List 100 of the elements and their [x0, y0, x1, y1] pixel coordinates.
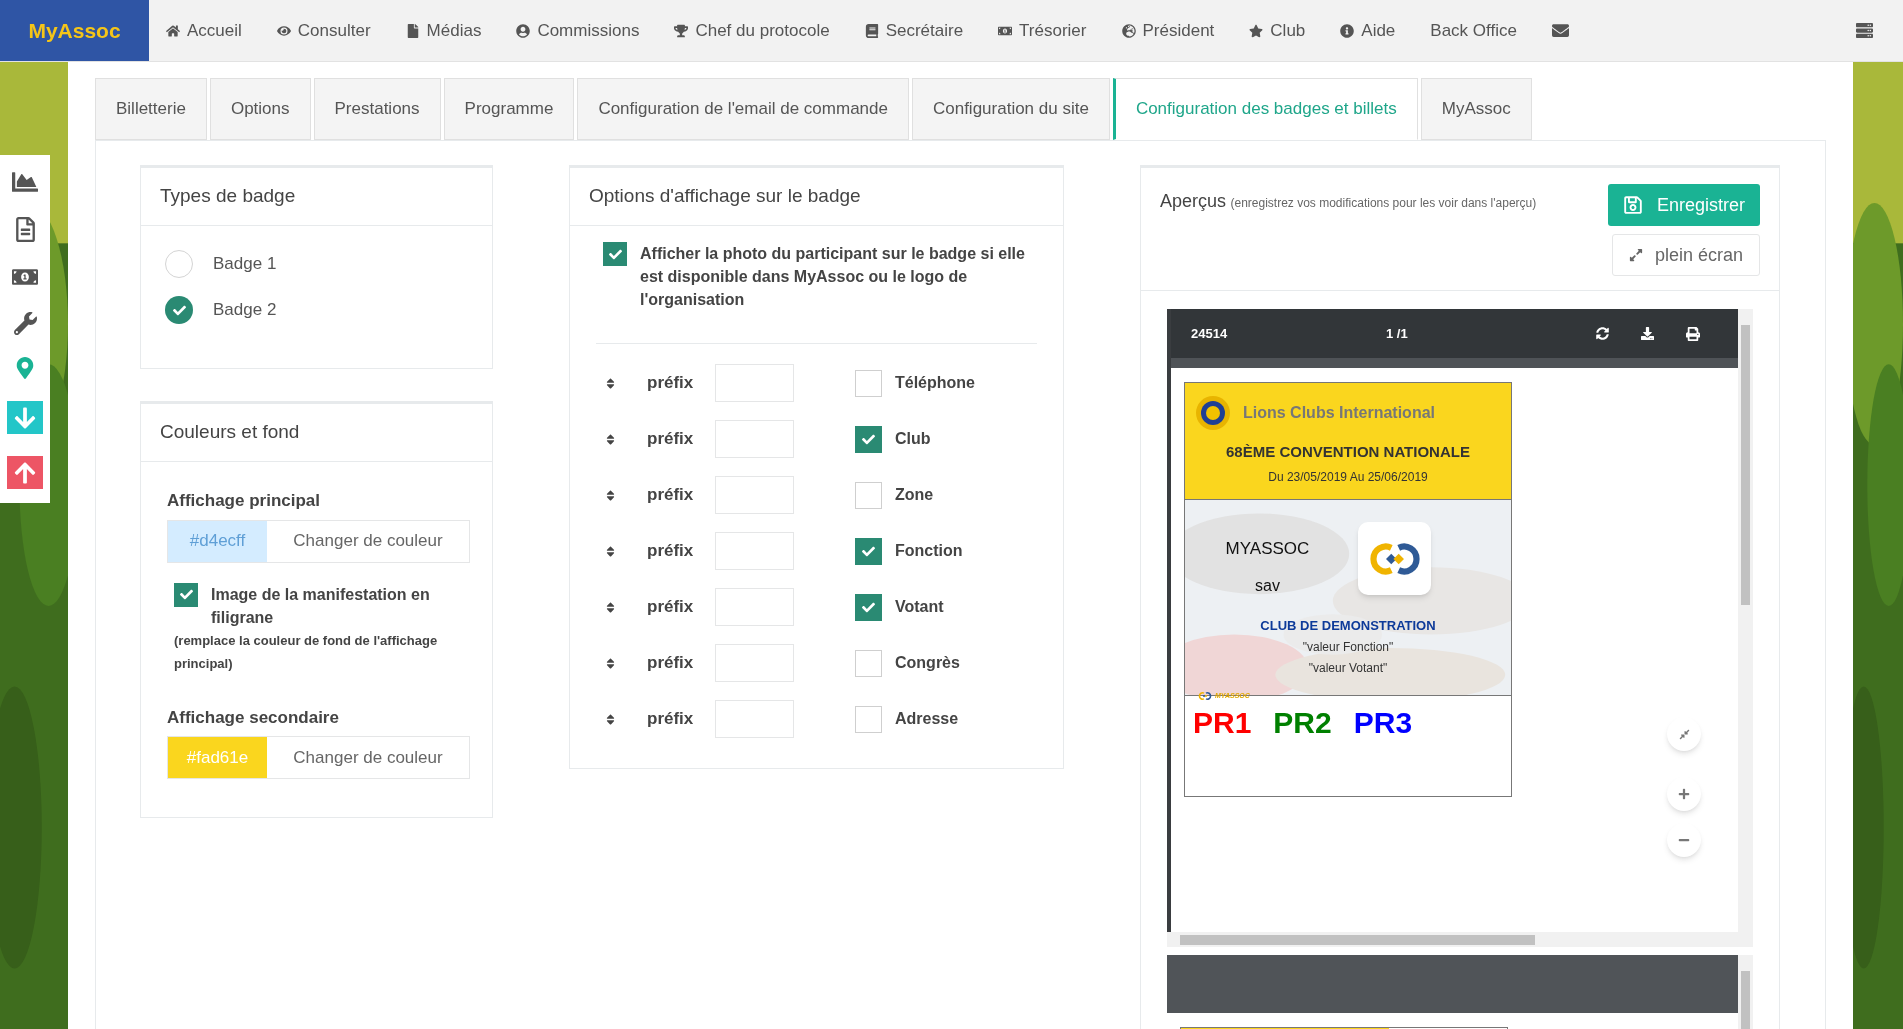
check-icon — [179, 588, 193, 601]
sort-handle-icon[interactable] — [604, 376, 617, 390]
checkbox[interactable] — [855, 425, 882, 453]
save-icon — [1623, 195, 1643, 215]
change-color-button[interactable]: Changer de couleur — [267, 737, 469, 778]
card-title: Couleurs et fond — [160, 420, 300, 445]
compress-icon — [1678, 728, 1690, 740]
sort-handle-icon[interactable] — [604, 712, 617, 726]
eye-icon — [276, 23, 291, 38]
color-swatch: #fad61e — [168, 737, 267, 778]
zoom-in-button[interactable] — [1667, 777, 1701, 811]
sort-handle-icon[interactable] — [604, 432, 617, 446]
checkbox-label: Fonction — [895, 541, 963, 561]
help-text: (enregistrez vos modifications pour les voir dans l'aperçu) — [1230, 196, 1537, 210]
prefix-input[interactable] — [715, 420, 794, 458]
checkbox-label: Votant — [895, 597, 944, 617]
tab[interactable]: Programme — [443, 78, 575, 140]
check-icon — [172, 303, 186, 317]
nav-link[interactable]: Président — [1121, 17, 1215, 44]
nav-link[interactable]: Secrétaire — [864, 17, 964, 44]
access-code: PR1 — [1193, 705, 1252, 740]
rotate-icon[interactable] — [1596, 327, 1609, 340]
plus-icon — [1678, 788, 1690, 800]
radio-button[interactable] — [165, 250, 193, 278]
book-icon — [864, 23, 879, 38]
check-icon — [862, 600, 875, 614]
brand-logo[interactable]: MyAssoc — [0, 0, 149, 61]
field-label: préfix — [647, 540, 695, 563]
event-title: 68ÈME CONVENTION NATIONALE — [1226, 442, 1470, 462]
checkbox-label: Adresse — [895, 709, 959, 729]
prefix-input[interactable] — [715, 700, 794, 738]
tab[interactable]: Options — [209, 78, 311, 140]
field-value: "valeur Votant" — [1308, 660, 1388, 677]
envelope-icon[interactable] — [1551, 22, 1569, 39]
map-pin-icon[interactable] — [14, 357, 36, 379]
nav-link[interactable]: Consulter — [276, 17, 371, 44]
star-icon — [1249, 23, 1264, 38]
lion-emblem-icon — [1195, 395, 1231, 431]
help-text: (remplace la couleur de fond de l'affichage principal) — [173, 631, 439, 673]
checkbox-label: Club — [895, 429, 931, 449]
participant-first-name: sav — [1255, 575, 1280, 596]
download-icon[interactable] — [1641, 327, 1654, 340]
access-code: PR3 — [1353, 705, 1413, 740]
field-label: préfix — [647, 708, 695, 731]
card-title: Types de badge — [160, 184, 296, 209]
field-label: préfix — [647, 652, 695, 675]
checkbox[interactable] — [174, 582, 198, 607]
print-icon[interactable] — [1686, 326, 1700, 341]
globe-icon — [1121, 23, 1136, 38]
checkbox-label: Zone — [895, 485, 934, 505]
check-icon — [608, 247, 622, 261]
nav-link[interactable]: Back Office — [1430, 17, 1517, 44]
vertical-scrollbar[interactable] — [1738, 309, 1753, 932]
checkbox-label: Afficher la photo du participant sur le badge si elle est disponible dans MyAssoc ou le logo de l'organisation — [640, 244, 1026, 310]
radio-option[interactable]: Badge 1 — [165, 250, 468, 278]
sort-handle-icon[interactable] — [604, 600, 617, 614]
checkbox-label: Image de la manifestation en filigrane — [211, 584, 431, 628]
tab[interactable]: Billetterie — [95, 78, 207, 140]
checkbox-label: Congrès — [895, 653, 960, 673]
sort-handle-icon[interactable] — [604, 488, 617, 502]
rings-logo — [1197, 691, 1213, 702]
tab[interactable]: Configuration de l'email de commande — [577, 78, 909, 140]
club-name: CLUB DE DEMONSTRATION — [1260, 616, 1436, 635]
info-icon — [1340, 23, 1355, 38]
sort-handle-icon[interactable] — [604, 544, 617, 558]
prefix-input[interactable] — [715, 644, 794, 682]
prefix-input[interactable] — [715, 532, 794, 570]
field-label: préfix — [647, 428, 695, 451]
participant-name: MYASSOC — [1225, 538, 1310, 560]
wrench-icon[interactable] — [13, 312, 37, 335]
prefix-input[interactable] — [715, 364, 794, 402]
checkbox[interactable] — [855, 537, 882, 565]
radio-option[interactable]: Badge 2 — [165, 296, 468, 324]
nav-link[interactable]: Commissions — [516, 17, 640, 44]
checkbox[interactable] — [855, 593, 882, 621]
prefix-input[interactable] — [715, 588, 794, 626]
nav-link[interactable]: Trésorier — [998, 17, 1087, 44]
checkbox[interactable] — [603, 242, 627, 266]
radio-button[interactable] — [165, 296, 193, 324]
horizontal-scrollbar[interactable] — [1167, 932, 1753, 947]
nav-link[interactable]: Aide — [1340, 17, 1396, 44]
tab[interactable]: Prestations — [313, 78, 441, 140]
page-counter: 1 /1 — [1386, 324, 1408, 343]
nav-link[interactable]: Club — [1249, 17, 1306, 44]
fullscreen-button[interactable]: plein écran — [1612, 234, 1760, 276]
tab[interactable]: Configuration du site — [911, 78, 1110, 140]
change-color-button[interactable]: Changer de couleur — [267, 520, 469, 562]
nav-link[interactable]: Chef du protocole — [674, 17, 830, 44]
expand-icon — [1628, 248, 1643, 262]
trophy-icon — [674, 23, 689, 38]
checkbox-label: Téléphone — [895, 373, 975, 393]
menu-icon[interactable] — [1856, 22, 1873, 39]
nav-link[interactable]: Accueil — [166, 17, 242, 44]
sort-handle-icon[interactable] — [604, 656, 617, 670]
file-icon — [405, 23, 420, 38]
field-label: Affichage principal — [167, 490, 322, 512]
tab[interactable]: MyAssoc — [1420, 78, 1532, 140]
area-chart-icon[interactable] — [12, 169, 38, 195]
prefix-input[interactable] — [715, 476, 794, 514]
nav-link[interactable]: Médias — [405, 17, 482, 44]
